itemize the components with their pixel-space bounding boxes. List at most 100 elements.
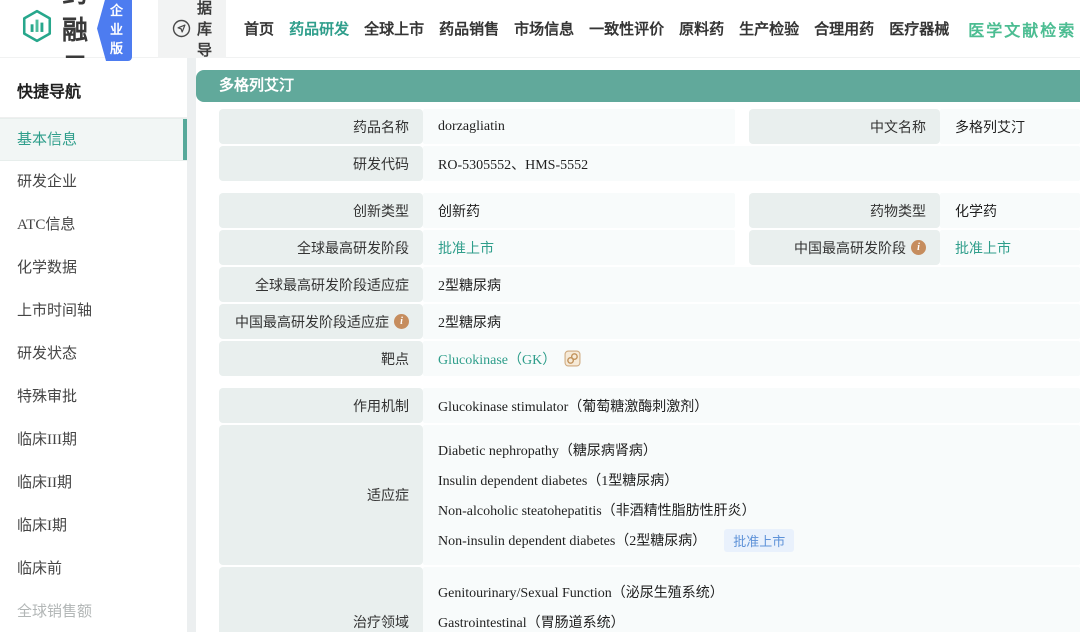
field-label-text: 治疗领域 <box>353 612 409 632</box>
nav-item-医学文献检索[interactable]: 医学文献检索 <box>968 17 1076 41</box>
field-label-text: 药品名称 <box>353 117 409 137</box>
page-title: 多格列艾汀 <box>219 78 294 94</box>
field-value: Insulin dependent diabetes（1型糖尿病） <box>438 470 678 490</box>
field-label-text: 全球最高研发阶段适应症 <box>255 275 409 295</box>
table-row: 作用机制 Glucokinase stimulator（葡萄糖激酶刺激剂） <box>219 388 1080 423</box>
value-line: Genitourinary/Sexual Function（泌尿生殖系统） <box>438 577 724 607</box>
nav-item-医疗器械[interactable]: 医疗器械 <box>889 18 949 39</box>
table-row: 中国最高研发阶段适应症 i 2型糖尿病 <box>219 304 1080 339</box>
field-value: Non-alcoholic steatohepatitis（非酒精性脂肪性肝炎） <box>438 500 756 520</box>
sidebar-item-基本信息[interactable]: 基本信息 <box>0 118 187 161</box>
field-value-link[interactable]: Glucokinase（GK） <box>438 349 556 369</box>
nav-item-合理用药[interactable]: 合理用药 <box>814 18 874 39</box>
table-row: 治疗领域 Genitourinary/Sexual Function（泌尿生殖系统… <box>219 567 1080 632</box>
field-label: 中国最高研发阶段适应症 i <box>219 304 423 339</box>
field-value-cell: 创新药 <box>423 193 735 228</box>
value-line: Non-insulin dependent diabetes（2型糖尿病） 批准上… <box>438 525 794 555</box>
field-value-cell: 化学药 <box>940 193 1080 228</box>
quick-nav-list: 基本信息研发企业ATC信息化学数据上市时间轴研发状态特殊审批临床III期临床II… <box>0 118 187 632</box>
drug-title-bar: 多格列艾汀 <box>196 70 1080 102</box>
field-value-cell: Glucokinase（GK） <box>423 341 1080 376</box>
field-value: dorzagliatin <box>438 119 505 135</box>
field-value: Non-insulin dependent diabetes（2型糖尿病） <box>438 530 706 550</box>
field-value: Diabetic nephropathy（糖尿病肾病） <box>438 440 657 460</box>
field-label: 治疗领域 <box>219 567 423 632</box>
field-value: Glucokinase stimulator（葡萄糖激酶刺激剂） <box>438 396 708 416</box>
field-value: 化学药 <box>955 201 997 221</box>
quick-nav-sidebar: 快捷导航 基本信息研发企业ATC信息化学数据上市时间轴研发状态特殊审批临床III… <box>0 58 196 632</box>
field-value-cell: 批准上市 <box>940 230 1080 265</box>
field-label: 研发代码 <box>219 146 423 181</box>
info-icon[interactable]: i <box>394 314 409 329</box>
top-navbar: 药融云 企业版 数据库导航 首页药品研发全球上市药品销售市场信息一致性评价原料药… <box>0 0 1080 58</box>
table-row: 靶点 Glucokinase（GK） <box>219 341 1080 376</box>
column-gap <box>735 109 749 144</box>
field-label: 靶点 <box>219 341 423 376</box>
field-value: Genitourinary/Sexual Function（泌尿生殖系统） <box>438 582 724 602</box>
field-label: 全球最高研发阶段适应症 <box>219 267 423 302</box>
info-icon[interactable]: i <box>911 240 926 255</box>
field-value: 2型糖尿病 <box>438 275 501 295</box>
field-value-cell: 多格列艾汀 <box>940 109 1080 144</box>
send-navigation-icon <box>172 19 191 38</box>
nav-item-市场信息[interactable]: 市场信息 <box>514 18 574 39</box>
field-label: 全球最高研发阶段 <box>219 230 423 265</box>
sidebar-item-全球销售额[interactable]: 全球销售额 <box>0 591 187 632</box>
sidebar-item-临床前[interactable]: 临床前 <box>0 548 187 591</box>
hexagon-chart-logo-icon <box>20 9 54 48</box>
main-content: 多格列艾汀 药品名称 dorzagliatin 中文名称 多格列艾汀研发代码 RO-53… <box>196 58 1080 632</box>
field-label-text: 适应症 <box>367 485 409 505</box>
table-row: 研发代码 RO-5305552、HMS-5552 <box>219 146 1080 181</box>
field-value-link[interactable]: 批准上市 <box>955 238 1011 258</box>
field-label-text: 靶点 <box>381 349 409 369</box>
nav-item-一致性评价[interactable]: 一致性评价 <box>589 18 664 39</box>
quick-nav-header: 快捷导航 <box>0 58 187 118</box>
sidebar-item-特殊审批[interactable]: 特殊审批 <box>0 376 187 419</box>
nav-item-药品销售[interactable]: 药品销售 <box>439 18 499 39</box>
sidebar-item-ATC信息[interactable]: ATC信息 <box>0 204 187 247</box>
main-nav: 首页药品研发全球上市药品销售市场信息一致性评价原料药生产检验合理用药医疗器械医学… <box>244 17 1076 41</box>
edition-badge: 企业版 <box>97 0 132 61</box>
table-row: 适应症 Diabetic nephropathy（糖尿病肾病） Insulin de… <box>219 425 1080 565</box>
field-value-cell: Glucokinase stimulator（葡萄糖激酶刺激剂） <box>423 388 1080 423</box>
sidebar-item-化学数据[interactable]: 化学数据 <box>0 247 187 290</box>
sidebar-item-临床II期[interactable]: 临床II期 <box>0 462 187 505</box>
value-line: Diabetic nephropathy（糖尿病肾病） <box>438 435 657 465</box>
value-line: Non-alcoholic steatohepatitis（非酒精性脂肪性肝炎） <box>438 495 756 525</box>
field-value-cell: 2型糖尿病 <box>423 267 1080 302</box>
nav-item-全球上市[interactable]: 全球上市 <box>364 18 424 39</box>
sidebar-item-临床III期[interactable]: 临床III期 <box>0 419 187 462</box>
field-value-cell: dorzagliatin <box>423 109 735 144</box>
column-gap <box>735 230 749 265</box>
field-label-text: 全球最高研发阶段 <box>297 238 409 258</box>
field-label-text: 创新类型 <box>353 201 409 221</box>
field-value-cell: Genitourinary/Sexual Function（泌尿生殖系统）Gas… <box>423 567 1080 632</box>
field-label-text: 中国最高研发阶段适应症 <box>235 312 389 332</box>
row-spacer <box>219 378 1080 388</box>
field-value-link[interactable]: 批准上市 <box>438 238 494 258</box>
field-value: 多格列艾汀 <box>955 117 1025 137</box>
status-badge[interactable]: 批准上市 <box>724 529 794 552</box>
nav-item-生产检验[interactable]: 生产检验 <box>739 18 799 39</box>
nav-item-原料药[interactable]: 原料药 <box>679 18 724 39</box>
field-label: 中文名称 <box>749 109 940 144</box>
external-link-icon[interactable] <box>564 350 581 367</box>
field-value-cell: 批准上市 <box>423 230 735 265</box>
sidebar-item-研发状态[interactable]: 研发状态 <box>0 333 187 376</box>
field-label-text: 中国最高研发阶段 <box>794 238 906 258</box>
table-row: 全球最高研发阶段适应症 2型糖尿病 <box>219 267 1080 302</box>
field-label: 适应症 <box>219 425 423 565</box>
column-gap <box>735 193 749 228</box>
field-label: 药物类型 <box>749 193 940 228</box>
field-value: RO-5305552、HMS-5552 <box>438 154 588 174</box>
field-value: 2型糖尿病 <box>438 312 501 332</box>
sidebar-item-临床I期[interactable]: 临床I期 <box>0 505 187 548</box>
nav-item-首页[interactable]: 首页 <box>244 18 274 39</box>
field-label-text: 研发代码 <box>353 154 409 174</box>
field-label: 作用机制 <box>219 388 423 423</box>
field-label-text: 中文名称 <box>870 117 926 137</box>
nav-item-药品研发[interactable]: 药品研发 <box>289 18 349 39</box>
sidebar-item-研发企业[interactable]: 研发企业 <box>0 161 187 204</box>
field-value-cell: RO-5305552、HMS-5552 <box>423 146 1080 181</box>
sidebar-item-上市时间轴[interactable]: 上市时间轴 <box>0 290 187 333</box>
